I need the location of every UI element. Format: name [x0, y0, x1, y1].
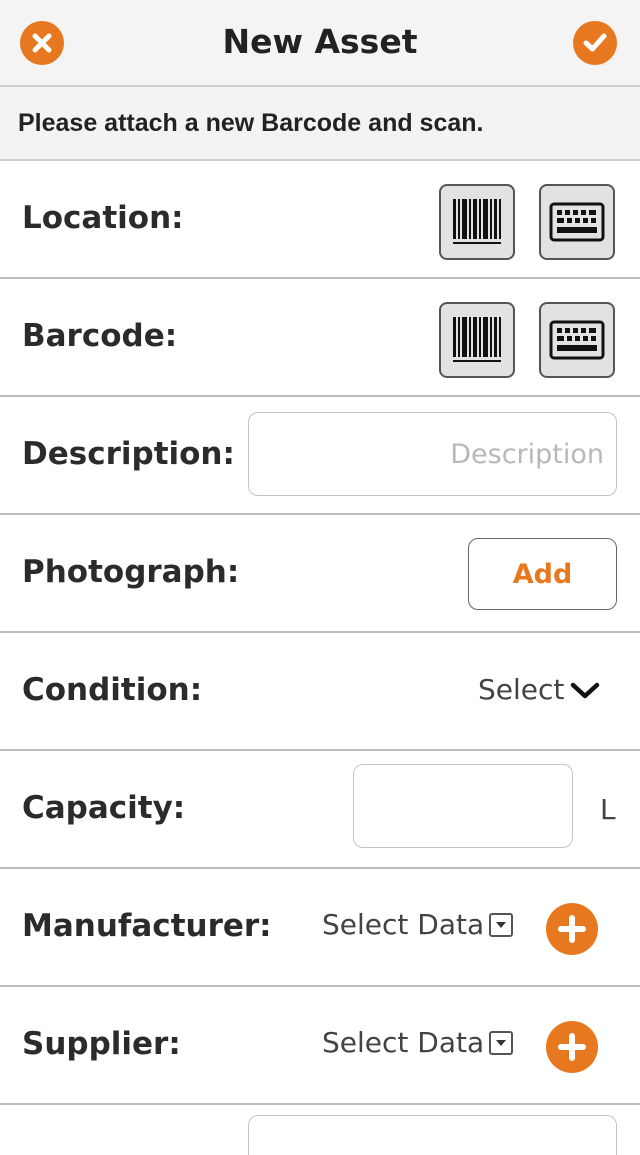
- manufacturer-row: Manufacturer: Select Data: [0, 869, 640, 987]
- dropdown-icon: [489, 1031, 513, 1055]
- confirm-button[interactable]: [573, 21, 617, 65]
- keyboard-icon: [549, 320, 605, 360]
- dropdown-icon: [489, 913, 513, 937]
- header-bar: New Asset: [0, 0, 640, 87]
- next-field-partial[interactable]: [248, 1115, 617, 1155]
- capacity-unit: L: [600, 793, 616, 826]
- capacity-row: Capacity: L: [0, 751, 640, 869]
- plus-icon: [558, 915, 586, 943]
- description-input[interactable]: [249, 413, 616, 495]
- capacity-input[interactable]: [354, 765, 572, 847]
- photograph-row: Photograph: Add: [0, 515, 640, 633]
- location-scan-button[interactable]: [439, 184, 515, 260]
- add-photo-button[interactable]: Add: [468, 538, 617, 610]
- photograph-label: Photograph:: [22, 554, 240, 590]
- barcode-row: Barcode:: [0, 279, 640, 397]
- manufacturer-select[interactable]: Select Data: [315, 899, 525, 955]
- condition-row: Condition: Select: [0, 633, 640, 751]
- condition-label: Condition:: [22, 672, 203, 708]
- condition-select[interactable]: Select: [470, 663, 620, 719]
- instruction-text: Please attach a new Barcode and scan.: [18, 109, 484, 137]
- barcode-icon: [453, 317, 501, 362]
- add-manufacturer-button[interactable]: [546, 903, 598, 955]
- barcode-icon: [453, 199, 501, 244]
- supplier-value: Select Data: [322, 1026, 485, 1059]
- location-keyboard-button[interactable]: [539, 184, 615, 260]
- chevron-down-icon: [570, 682, 600, 699]
- location-row: Location:: [0, 161, 640, 279]
- next-row-partial: [0, 1105, 640, 1155]
- barcode-keyboard-button[interactable]: [539, 302, 615, 378]
- description-field[interactable]: [248, 412, 617, 496]
- manufacturer-value: Select Data: [322, 908, 485, 941]
- location-label: Location:: [22, 200, 184, 236]
- barcode-scan-button[interactable]: [439, 302, 515, 378]
- capacity-field[interactable]: [353, 764, 573, 848]
- capacity-label: Capacity:: [22, 790, 186, 826]
- page-title: New Asset: [222, 22, 418, 61]
- plus-icon: [558, 1033, 586, 1061]
- manufacturer-label: Manufacturer:: [22, 908, 272, 944]
- description-row: Description:: [0, 397, 640, 515]
- description-label: Description:: [22, 436, 235, 472]
- keyboard-icon: [549, 202, 605, 242]
- supplier-row: Supplier: Select Data: [0, 987, 640, 1105]
- add-supplier-button[interactable]: [546, 1021, 598, 1073]
- instruction-banner: Please attach a new Barcode and scan.: [0, 87, 640, 161]
- barcode-label: Barcode:: [22, 318, 178, 354]
- supplier-label: Supplier:: [22, 1026, 181, 1062]
- check-icon: [583, 33, 607, 52]
- supplier-select[interactable]: Select Data: [315, 1017, 525, 1073]
- condition-value: Select: [478, 673, 565, 706]
